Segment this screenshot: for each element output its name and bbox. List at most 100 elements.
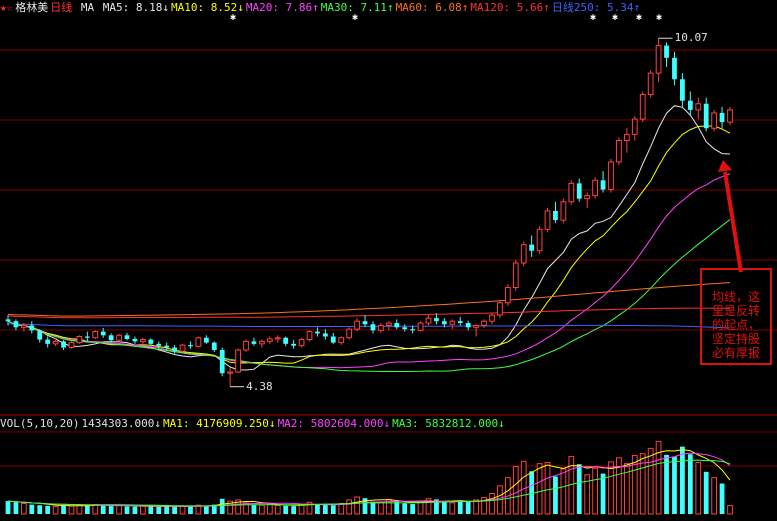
volume-bar <box>370 501 376 514</box>
volume-bar <box>68 505 75 515</box>
candle-body <box>623 133 630 141</box>
volume-bar <box>139 505 146 515</box>
volume-bar <box>108 506 114 514</box>
chart-canvas[interactable]: ✱ ✱ ✱ ✱ ✱ ✱ <box>0 0 777 521</box>
candle-body <box>362 321 368 325</box>
candle-body <box>227 371 234 374</box>
volume-bar <box>52 505 59 515</box>
volume-bar <box>148 506 154 514</box>
candle-body <box>219 349 225 374</box>
volume-bar <box>315 504 320 514</box>
volume-bar <box>188 505 193 514</box>
annotation-arrowhead <box>718 160 732 172</box>
candle-body <box>100 331 106 336</box>
volume-bar <box>20 502 27 515</box>
volume-bar <box>664 454 669 514</box>
volume-bar <box>378 501 384 515</box>
candle-body <box>520 244 527 264</box>
candle-body <box>402 327 408 330</box>
volume-bar <box>291 506 297 514</box>
candle-body <box>394 323 400 328</box>
candle-body <box>306 331 313 341</box>
volume-bar <box>449 502 456 515</box>
candle-body <box>553 210 558 221</box>
volume-bar <box>274 505 281 515</box>
candle-body <box>116 334 122 341</box>
candle-body <box>473 324 479 328</box>
candle-body <box>29 325 35 331</box>
vol-value-0: VOL(5,10,20) <box>0 417 80 430</box>
high-price-label: 10.07 <box>674 31 708 45</box>
volume-bar <box>680 446 685 514</box>
candle-body <box>568 182 575 203</box>
candle-body <box>68 342 75 349</box>
candle-body <box>45 339 51 344</box>
volume-bar <box>592 467 599 515</box>
candle-body <box>211 342 217 350</box>
candle-body <box>251 341 257 344</box>
candle-body <box>172 347 177 352</box>
candle-body <box>322 333 328 337</box>
volume-bar <box>402 503 408 514</box>
stock-name[interactable]: 格林美 <box>15 1 48 14</box>
volume-bar <box>441 501 447 514</box>
volume-bar <box>719 483 725 514</box>
candle-body <box>489 314 495 322</box>
volume-bar <box>203 506 209 514</box>
candle-body <box>672 57 677 80</box>
volume-bar <box>457 500 463 514</box>
ma-line-MA60 <box>7 282 731 317</box>
vol-value-4: MA3: 5832812.000↓ <box>392 417 505 430</box>
volume-bar <box>266 503 273 515</box>
volume-bar <box>330 505 336 514</box>
low-price-label: 4.38 <box>246 379 273 393</box>
volume-bar <box>100 504 106 514</box>
volume-bar <box>536 463 543 515</box>
candle-body <box>434 318 439 322</box>
volume-bar <box>529 471 535 514</box>
volume-bar <box>61 505 66 514</box>
candle-body <box>338 337 345 344</box>
marker-star: ✱ <box>656 12 662 23</box>
candle-body <box>481 320 487 326</box>
volume-bar <box>465 501 471 514</box>
candle-body <box>465 323 471 328</box>
volume-bar <box>156 506 162 514</box>
ma-label: MA <box>80 1 95 14</box>
candle-body <box>695 103 702 111</box>
candle-body <box>283 337 289 344</box>
period-label[interactable]: 日线 <box>50 1 72 14</box>
candle-body <box>5 319 11 322</box>
candle-body <box>298 339 305 347</box>
ma-value-1: MA10: 8.52↓ <box>170 1 244 14</box>
candle-body <box>148 339 154 344</box>
volume-bar <box>576 464 582 514</box>
volume-bar <box>124 506 130 514</box>
vol-value-2: MA1: 4176909.250↓ <box>162 417 276 430</box>
candle-body <box>235 349 241 373</box>
candle-body <box>52 340 59 345</box>
candle-body <box>108 335 114 341</box>
ma-value-0: MA5: 8.18↓ <box>102 1 169 14</box>
candle-body <box>315 331 320 334</box>
candle-body <box>631 118 638 135</box>
volume-bar <box>322 504 328 514</box>
volume-bar <box>45 505 51 514</box>
candle-body <box>655 45 662 74</box>
volume-bar <box>512 466 519 515</box>
volume-bar <box>623 463 630 515</box>
candle-body <box>584 195 591 200</box>
candle-body <box>608 161 614 190</box>
candle-body <box>410 329 416 331</box>
candle-body <box>266 338 273 342</box>
volume-bar <box>600 473 606 514</box>
candle-body <box>37 330 43 340</box>
ma-value-5: MA120: 5.66↑ <box>470 1 550 14</box>
candle-body <box>687 100 693 110</box>
candle-body <box>378 324 384 331</box>
candle-body <box>536 228 543 252</box>
candle-body <box>441 321 447 325</box>
ma-line-日线250 <box>7 323 731 329</box>
candle-body <box>13 321 19 328</box>
candle-body <box>512 262 519 288</box>
